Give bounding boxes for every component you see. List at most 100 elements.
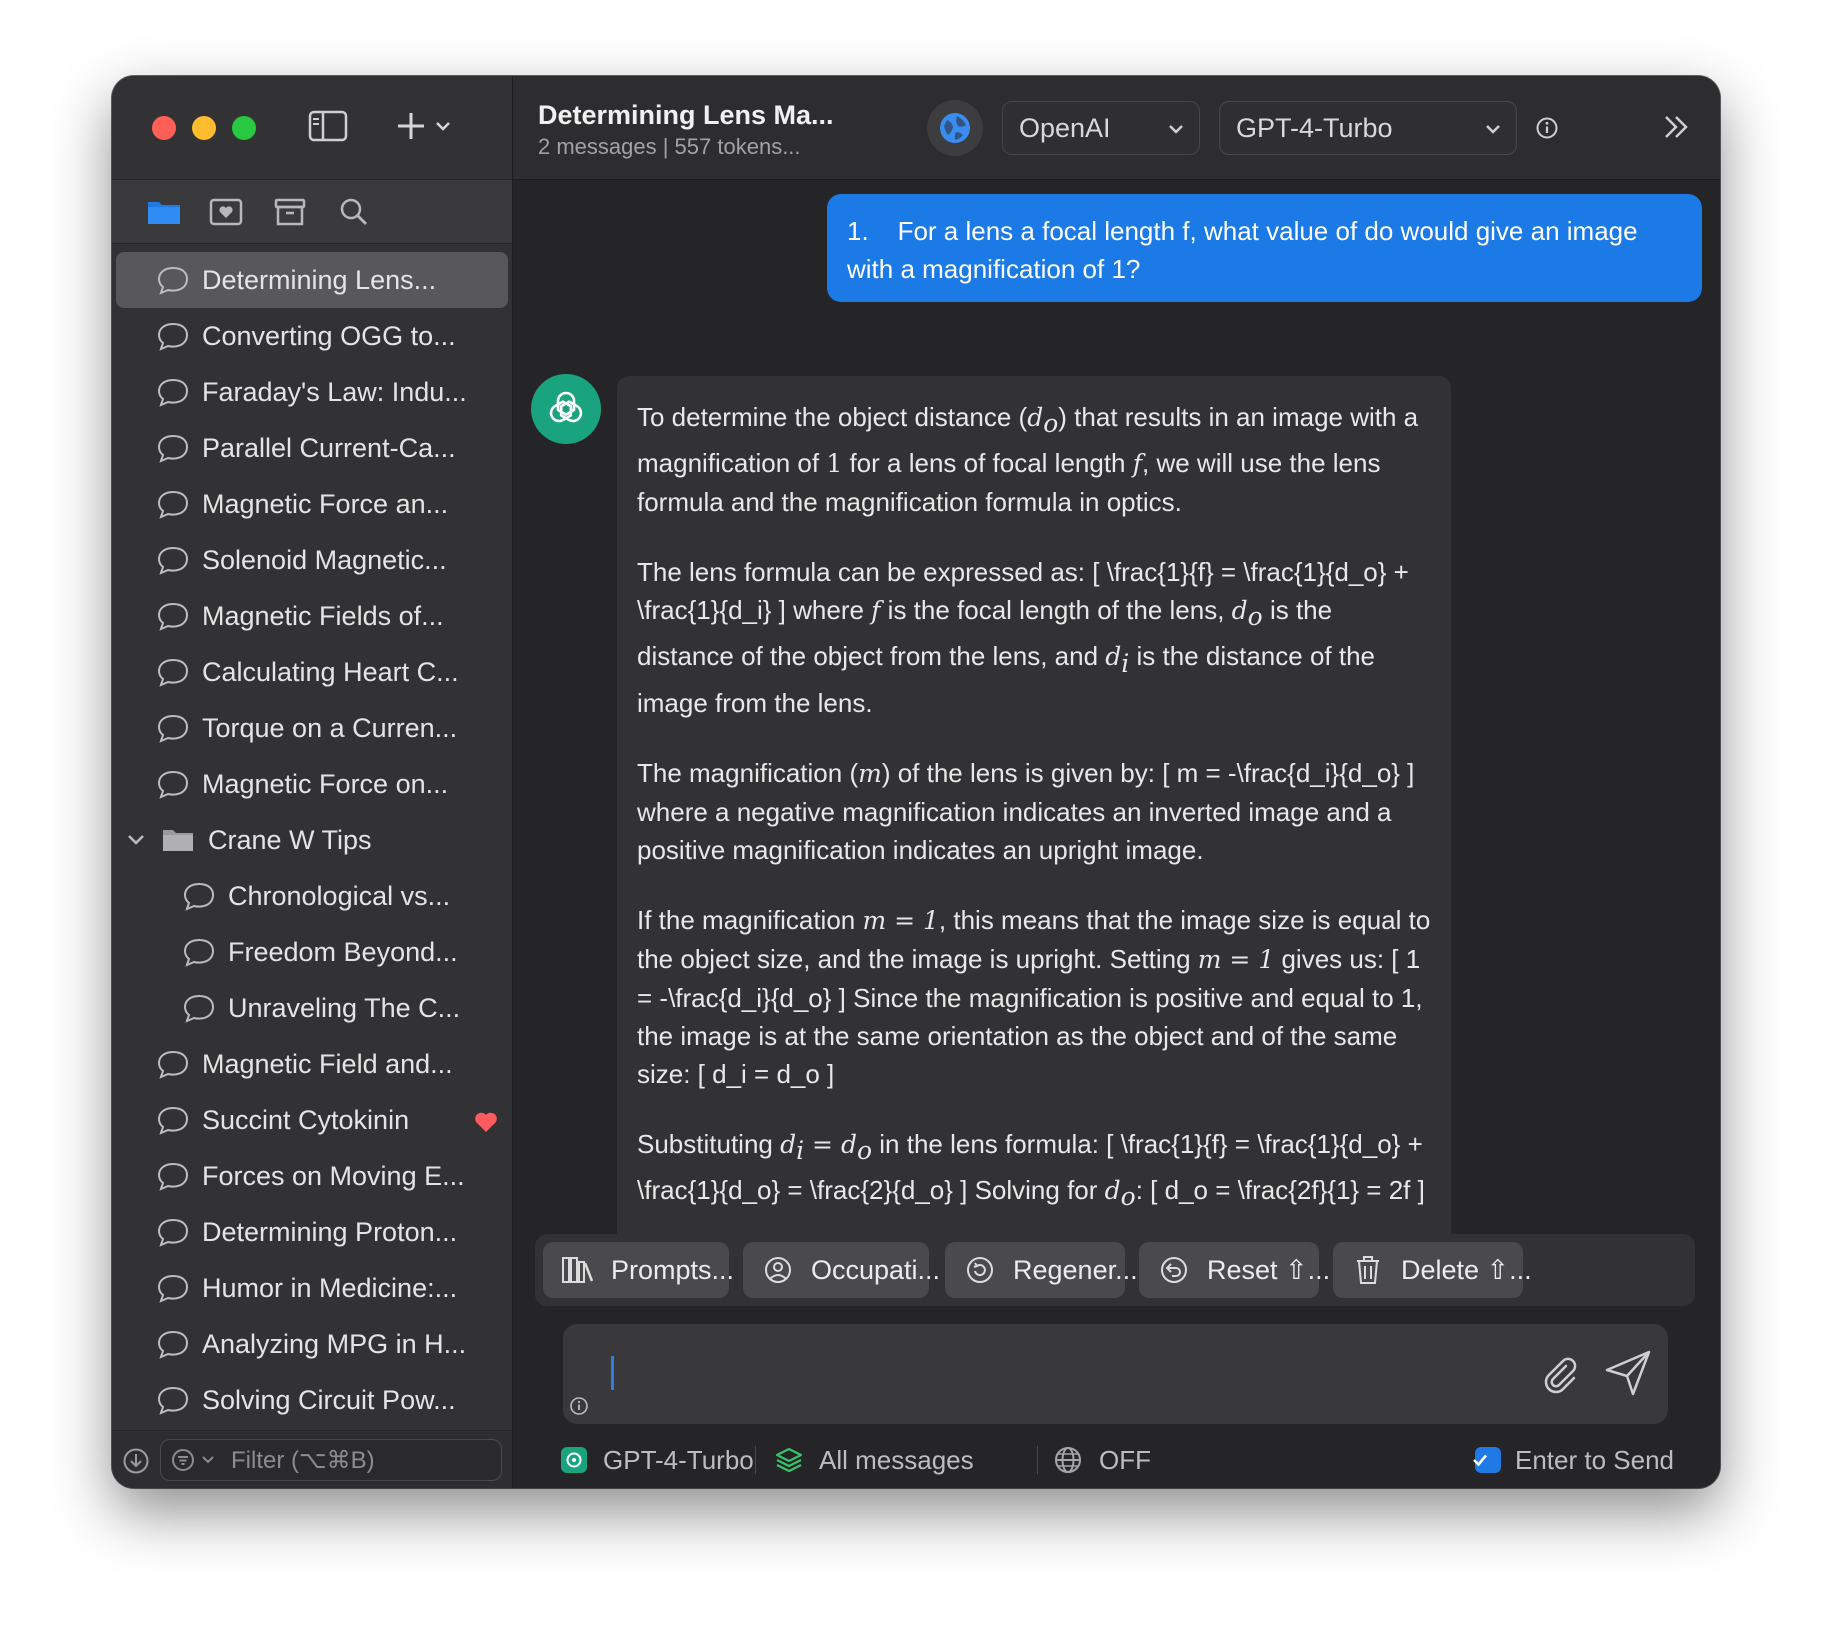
occupation-button[interactable]: Occupati... [743,1242,940,1298]
info-icon[interactable] [1535,116,1559,140]
sidebar-item[interactable]: Determining Proton... [116,1204,508,1260]
info-icon[interactable] [569,1396,589,1416]
sidebar-item[interactable]: Converting OGG to... [116,308,508,364]
send-icon[interactable] [1603,1348,1653,1398]
sidebar-item[interactable]: Analyzing MPG in H... [116,1316,508,1372]
download-icon[interactable] [122,1447,150,1475]
close-window-button[interactable] [152,116,176,140]
layers-icon [775,1447,803,1473]
sidebar-item-label: Calculating Heart C... [202,656,459,687]
assistant-message: To determine the object distance (do) th… [617,376,1451,1290]
conversation-meta: 2 messages | 557 tokens... [538,134,801,159]
chat-bubble-icon [157,1106,189,1135]
chevron-down-icon[interactable] [201,1454,215,1466]
sidebar-item-label: Solving Circuit Pow... [202,1384,456,1415]
enter-to-send-checkbox[interactable]: Enter to Send [1473,1440,1674,1480]
status-divider [1037,1446,1038,1474]
chat-bubble-icon [157,1050,189,1079]
checkbox-checked-icon[interactable] [1473,1447,1501,1473]
status-bar: GPT-4-Turbo All messages OFF Enter to Se… [561,1440,1674,1480]
assistant-paragraph: To determine the object distance (do) th… [637,402,1419,518]
sidebar-item[interactable]: Calculating Heart C... [116,644,508,700]
sidebar-toggle-icon[interactable] [308,110,348,142]
sidebar-item[interactable]: Magnetic Force on... [116,756,508,812]
assistant-avatar [531,374,601,444]
sidebar-folder[interactable]: Crane W Tips [116,812,508,868]
undo-circle-icon [1161,1257,1187,1283]
sidebar-item[interactable]: Determining Lens... [116,252,508,308]
sidebar-item[interactable]: Magnetic Fields of... [116,588,508,644]
regenerate-icon [967,1257,993,1283]
sidebar-item[interactable]: Faraday's Law: Indu... [116,364,508,420]
minimize-window-button[interactable] [192,116,216,140]
sidebar-item[interactable]: Freedom Beyond... [116,924,508,980]
sidebar-item-label: Determining Lens... [202,264,437,295]
openai-logo-icon [561,1447,587,1473]
sidebar-item-label: Converting OGG to... [202,320,456,351]
sidebar-item-label: Analyzing MPG in H... [202,1328,467,1359]
sidebar-item[interactable]: Torque on a Curren... [116,700,508,756]
app-window: Determining Lens... Converting OGG to...… [112,76,1720,1488]
search-icon[interactable] [336,196,372,228]
sidebar-item[interactable]: Parallel Current-Ca... [116,420,508,476]
chat-header: Determining Lens Ma... 2 messages | 557 … [513,76,1720,180]
sidebar-item[interactable]: Magnetic Force an... [116,476,508,532]
sidebar-item[interactable]: Unraveling The C... [116,980,508,1036]
reset-button[interactable]: Reset ⇧... [1139,1242,1330,1298]
sidebar-item-label: Succint Cytokinin [202,1104,410,1135]
sidebar-item-label: Faraday's Law: Indu... [202,376,467,407]
enter-to-send-label: Enter to Send [1515,1444,1674,1475]
sidebar-item[interactable]: Solving Circuit Pow... [116,1372,508,1428]
prompts-button[interactable]: Prompts... [543,1242,734,1298]
trash-icon [1357,1256,1379,1284]
plus-icon[interactable] [394,108,428,144]
status-context-label: All messages [819,1444,974,1475]
sidebar-footer: Filter (⌥⌘B) [112,1430,512,1488]
chevron-down-icon [1486,125,1500,134]
zoom-window-button[interactable] [232,116,256,140]
chat-bubble-icon [157,266,189,295]
regenerate-button[interactable]: Regener... [945,1242,1138,1298]
sidebar: Determining Lens... Converting OGG to...… [112,76,513,1488]
chat-bubble-icon [157,602,189,631]
message-input[interactable] [603,1348,1543,1400]
sidebar-item[interactable]: Solenoid Magnetic... [116,532,508,588]
archive-tab-icon[interactable] [272,196,308,228]
web-search-button[interactable] [927,100,983,156]
sidebar-item[interactable]: Magnetic Field and... [116,1036,508,1092]
filter-input[interactable]: Filter (⌥⌘B) [160,1439,502,1481]
sidebar-item[interactable]: Forces on Moving E... [116,1148,508,1204]
sidebar-item[interactable]: Chronological vs... [116,868,508,924]
chevron-down-icon[interactable] [126,832,146,848]
folder-tab-icon[interactable] [146,196,182,228]
chat-bubble-icon [157,546,189,575]
chevron-double-right-icon[interactable] [1661,112,1691,142]
assistant-paragraph: Substituting di = do in the lens formula… [637,1128,1425,1211]
provider-select[interactable]: OpenAI [1002,101,1200,155]
chevron-down-icon[interactable] [434,116,452,136]
message-list: 1. For a lens a focal length f, what val… [513,180,1720,1290]
status-context[interactable]: All messages [775,1440,974,1480]
chat-bubble-icon [157,714,189,743]
chat-bubble-icon [157,1386,189,1415]
provider-select-value: OpenAI [1019,112,1111,143]
status-divider [755,1446,756,1474]
status-web-search[interactable]: OFF [1053,1440,1151,1480]
model-select[interactable]: GPT-4-Turbo [1219,101,1517,155]
sidebar-item[interactable]: Succint Cytokinin [116,1092,508,1148]
status-model[interactable]: GPT-4-Turbo [561,1440,754,1480]
heart-icon [475,1112,497,1132]
favorites-tab-icon[interactable] [208,196,244,228]
chat-bubble-icon [157,490,189,519]
sidebar-item-label: Magnetic Force on... [202,768,449,799]
chat-bubble-icon [157,1162,189,1191]
conversation-title: Determining Lens Ma... [538,100,834,130]
status-model-label: GPT-4-Turbo [603,1444,754,1475]
sidebar-item-label: Unraveling The C... [228,992,461,1023]
delete-button[interactable]: Delete ⇧... [1333,1242,1532,1298]
person-circle-icon [765,1257,791,1283]
sidebar-item-label: Freedom Beyond... [228,936,458,967]
filter-icon[interactable] [171,1448,195,1472]
sidebar-item[interactable]: Humor in Medicine:... [116,1260,508,1316]
paperclip-icon[interactable] [1539,1352,1579,1396]
